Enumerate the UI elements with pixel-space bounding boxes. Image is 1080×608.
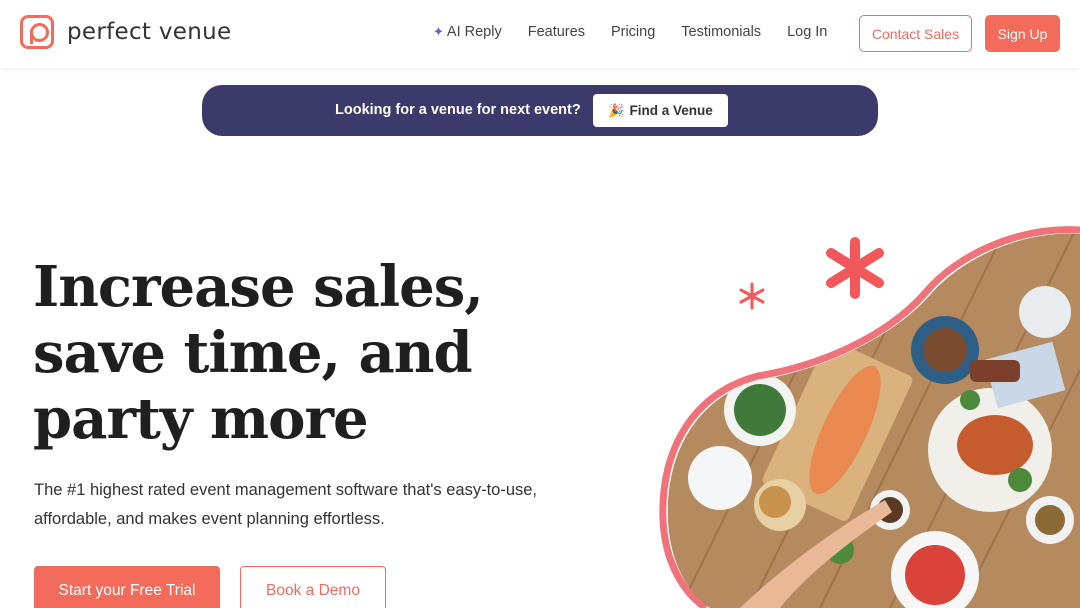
party-popper-icon: 🎉 (608, 102, 625, 118)
nav-features[interactable]: Features (528, 24, 585, 40)
nav-pricing[interactable]: Pricing (611, 24, 655, 40)
sparkle-icon: ✦ (433, 24, 444, 39)
logo[interactable]: perfect venue (20, 15, 231, 49)
hero-title: Increase sales, save time, and party mor… (33, 254, 484, 452)
logo-mark-icon (20, 15, 54, 49)
logo-text: perfect venue (67, 19, 232, 45)
nav-testimonials[interactable]: Testimonials (681, 24, 761, 40)
banner-text: Looking for a venue for next event? (335, 102, 581, 118)
find-venue-button[interactable]: 🎉 Find a Venue (593, 94, 728, 127)
asterisk-small-icon (739, 282, 765, 310)
site-header: perfect venue ✦ AI Reply Features Pricing… (0, 0, 1080, 68)
find-venue-label: Find a Venue (629, 103, 713, 118)
nav-ai-reply[interactable]: ✦ AI Reply (433, 24, 502, 40)
asterisk-large-icon (826, 237, 884, 299)
nav-ai-reply-label: AI Reply (446, 24, 502, 40)
food-table-photo (659, 226, 1080, 608)
main-nav: ✦ AI Reply Features Pricing Testimonials … (433, 24, 853, 40)
contact-sales-button[interactable]: Contact Sales (859, 15, 972, 52)
sign-up-button[interactable]: Sign Up (985, 15, 1060, 52)
hero-subtitle: The #1 highest rated event management so… (34, 481, 538, 528)
nav-login[interactable]: Log In (787, 24, 827, 40)
start-free-trial-button[interactable]: Start your Free Trial (34, 566, 220, 608)
venue-banner: Looking for a venue for next event? 🎉 Fi… (202, 85, 878, 136)
book-demo-button[interactable]: Book a Demo (240, 566, 386, 608)
